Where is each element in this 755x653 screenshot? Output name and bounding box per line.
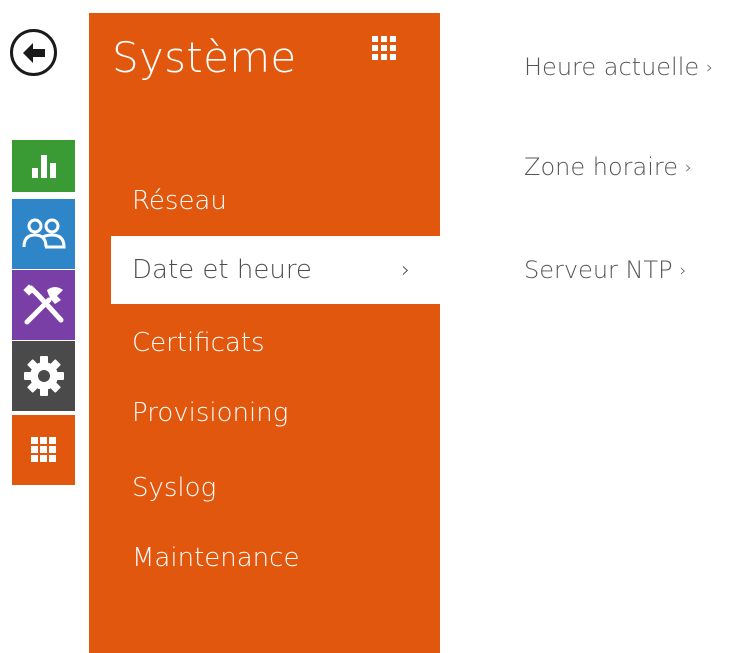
grid-icon bbox=[372, 36, 396, 60]
link-heure-actuelle[interactable]: Heure actuelle › bbox=[524, 53, 713, 81]
grid-icon bbox=[30, 437, 56, 462]
menu-item-maintenance[interactable]: Maintenance bbox=[89, 524, 440, 592]
menu-item-label: Réseau bbox=[132, 186, 227, 216]
back-button[interactable] bbox=[10, 29, 57, 76]
link-label: Zone horaire bbox=[524, 153, 678, 181]
users-icon bbox=[22, 218, 66, 249]
system-panel: Système Réseau Date et heure › Certifica… bbox=[89, 13, 440, 653]
link-label: Heure actuelle bbox=[524, 53, 700, 81]
menu-item-reseau[interactable]: Réseau bbox=[89, 167, 440, 235]
nav-users[interactable] bbox=[12, 199, 75, 269]
menu-item-label: Maintenance bbox=[132, 543, 300, 573]
menu-item-label: Syslog bbox=[132, 473, 217, 503]
chevron-right-icon: › bbox=[706, 58, 713, 78]
chevron-right-icon: › bbox=[684, 158, 692, 178]
menu-item-provisioning[interactable]: Provisioning bbox=[89, 379, 440, 447]
menu-item-label: Provisioning bbox=[132, 398, 289, 428]
menu-item-certificats[interactable]: Certificats bbox=[89, 309, 440, 377]
gear-icon bbox=[23, 356, 64, 396]
icon-rail bbox=[0, 0, 76, 653]
panel-title: Système bbox=[112, 33, 297, 82]
chevron-right-icon: › bbox=[401, 257, 410, 283]
panel-grid-button[interactable] bbox=[372, 36, 396, 60]
menu-item-label: Certificats bbox=[132, 328, 265, 358]
tools-icon bbox=[22, 284, 63, 325]
nav-system[interactable] bbox=[12, 415, 75, 485]
menu-item-label: Date et heure bbox=[132, 255, 312, 285]
link-label: Serveur NTP bbox=[524, 256, 673, 284]
link-serveur-ntp[interactable]: Serveur NTP › bbox=[524, 256, 686, 284]
link-zone-horaire[interactable]: Zone horaire › bbox=[524, 153, 692, 181]
nav-hardware[interactable] bbox=[12, 341, 75, 411]
menu-item-date-et-heure[interactable]: Date et heure › bbox=[111, 236, 440, 304]
arrow-left-icon bbox=[22, 42, 45, 63]
chevron-right-icon: › bbox=[679, 261, 687, 281]
nav-status[interactable] bbox=[12, 140, 75, 192]
bar-chart-icon bbox=[31, 155, 56, 178]
nav-services[interactable] bbox=[12, 270, 75, 340]
menu-item-syslog[interactable]: Syslog bbox=[89, 454, 440, 522]
